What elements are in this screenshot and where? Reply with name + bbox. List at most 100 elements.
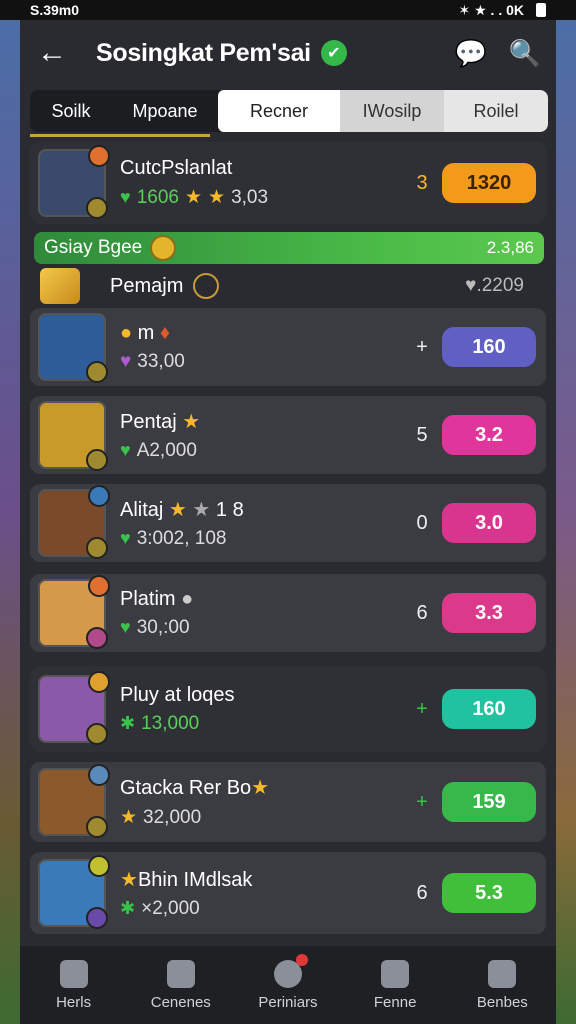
banner-value: 2.3,86: [486, 238, 534, 257]
badge-icon: [88, 575, 110, 597]
tab-bar: Soilk Mpoane Recner IWosilp Roilel: [30, 90, 548, 132]
row-info: Alitaj ★ ★ 1 8 ♥ 3:002, 108: [120, 497, 402, 550]
stat-value: A2,000: [136, 439, 197, 461]
profile-icon: [488, 959, 517, 988]
notification-dot: [295, 953, 308, 966]
row-info: Platim ● ♥ 30,:00: [120, 588, 402, 639]
player-stat: ✱ ×2,000: [120, 898, 402, 920]
avatar: [38, 485, 110, 559]
player-stat: ♥ A2,000: [120, 440, 402, 462]
nav-item-premium[interactable]: Periniars: [238, 953, 338, 1011]
badge-icon: [88, 671, 110, 693]
rank-number: 6: [416, 601, 428, 624]
player-name: Pentaj ★: [120, 410, 201, 433]
star-icon: ★: [184, 187, 203, 208]
stat-value: 30,:00: [136, 616, 190, 638]
nav-item-profile[interactable]: Benbes: [452, 959, 552, 1011]
nav-label: Periniars: [258, 993, 318, 1011]
heart-icon: ♥: [120, 528, 131, 548]
rank-number: 0: [416, 511, 428, 534]
rank-badge-icon: [86, 723, 108, 745]
avatar: [38, 764, 110, 838]
badge-icon: [88, 855, 110, 877]
score-pill[interactable]: 159: [442, 782, 536, 822]
score-pill[interactable]: 1320: [442, 163, 536, 203]
leaderboard-row[interactable]: ● m ♦ ♥ 33,00 + 160: [30, 308, 546, 386]
avatar: [38, 575, 110, 649]
nav-item-home[interactable]: Herls: [24, 959, 124, 1011]
player-name: ● m ♦: [120, 321, 171, 344]
stat-value: 33,00: [137, 350, 185, 372]
section-banner: Gsiay Bgee 2.3,86: [34, 232, 544, 264]
avatar: [38, 313, 108, 383]
status-right-text: ✶ ★ . . 0K: [458, 1, 524, 18]
score-pill[interactable]: 3.2: [442, 415, 536, 455]
tab-recner[interactable]: Recner: [218, 90, 340, 132]
player-name: CutcPslanlat: [120, 157, 233, 179]
nav-item-games[interactable]: Cenenes: [131, 959, 231, 1011]
rank-badge-icon: [86, 197, 108, 219]
games-icon: [166, 959, 195, 988]
section-subheader: Pemajm ♥.2209: [34, 266, 546, 306]
player-stat: ✱ 13,000: [120, 713, 402, 735]
player-stat: ★ 32,000: [120, 806, 402, 829]
nav-label: Benbes: [476, 993, 528, 1011]
player-name: Alitaj ★ ★ 1 8: [120, 498, 244, 521]
tab-iwosilp[interactable]: IWosilp: [340, 90, 444, 132]
score-pill[interactable]: 5.3: [442, 873, 536, 913]
background-left: [0, 0, 22, 1024]
score-pill[interactable]: 3.3: [442, 593, 536, 633]
player-stat: ♥ 1606 ★ ★ 3,03: [120, 186, 402, 209]
heart-icon: ♥: [120, 350, 132, 372]
search-icon[interactable]: 🔍: [508, 36, 542, 70]
leaderboard-row[interactable]: Gtacka Rer Bo★ ★ 32,000 + 159: [30, 762, 546, 842]
player-stat: ♥ 30,:00: [120, 617, 402, 639]
rank-badge-icon: [86, 627, 108, 649]
star-icon: ★: [120, 807, 138, 828]
player-name-text: Bhin IMdlsak: [137, 868, 253, 891]
rank-number: 3: [416, 171, 428, 194]
back-icon[interactable]: ←: [34, 35, 70, 71]
home-icon: [59, 959, 88, 988]
clover-icon: ✱: [120, 898, 136, 918]
stat-value: 32,000: [143, 806, 202, 828]
tab-mpoane[interactable]: Mpoane: [112, 90, 218, 132]
trophy-icon: [40, 268, 80, 304]
score-pill[interactable]: 160: [442, 327, 536, 367]
nav-label: Fenne: [373, 993, 417, 1011]
rank-number: 5: [416, 423, 428, 446]
leaderboard-row-top[interactable]: CutcPslanlat ♥ 1606 ★ ★ 3,03 3 1320: [30, 142, 546, 224]
subheader-value: ♥.2209: [465, 275, 524, 296]
leaderboard-row[interactable]: Pentaj ★ ♥ A2,000 5 3.2: [30, 396, 546, 474]
coin-icon: [150, 235, 177, 261]
row-info: Pluy at loqes ✱ 13,000: [120, 684, 402, 735]
player-name-text: Alitaj: [120, 498, 164, 521]
nav-item-friends[interactable]: Fenne: [345, 959, 445, 1011]
heart-icon: ♥: [120, 440, 131, 460]
badge-icon: [88, 145, 110, 167]
player-name-text: Platim: [120, 587, 176, 610]
tab-roilel[interactable]: Roilel: [444, 90, 548, 132]
leaderboard-row[interactable]: Alitaj ★ ★ 1 8 ♥ 3:002, 108 0 3.0: [30, 484, 546, 562]
status-bar: S.39m0 ✶ ★ . . 0K: [0, 0, 576, 20]
leaderboard-row[interactable]: Platim ● ♥ 30,:00 6 3.3: [30, 574, 546, 652]
rank-number: +: [416, 790, 428, 813]
row-info: ● m ♦ ♥ 33,00: [120, 322, 402, 373]
score-pill[interactable]: 160: [442, 689, 536, 729]
tab-soilk[interactable]: Soilk: [30, 90, 112, 132]
score-pill[interactable]: 3.0: [442, 503, 536, 543]
app-actions: 💬 🔍: [454, 36, 542, 70]
player-name: Gtacka Rer Bo★: [120, 777, 270, 799]
player-stat: ♥ 3:002, 108: [120, 528, 402, 550]
background-right: [554, 0, 576, 1024]
rank-badge-icon: [86, 449, 108, 471]
subheader-name: Pemajm: [110, 274, 184, 297]
premium-icon: [273, 953, 308, 988]
leaderboard-row[interactable]: Pluy at loqes ✱ 13,000 + 160: [30, 666, 546, 752]
chat-icon[interactable]: 💬: [454, 36, 488, 70]
leaderboard-row[interactable]: ★Bhin IMdlsak ✱ ×2,000 6 5.3: [30, 852, 546, 934]
bottom-nav: Herls Cenenes Periniars Fenne Benbes: [20, 946, 556, 1024]
rank-number: +: [416, 335, 428, 358]
row-info: ★Bhin IMdlsak ✱ ×2,000: [120, 867, 402, 920]
stat-value: 1606: [136, 186, 179, 208]
